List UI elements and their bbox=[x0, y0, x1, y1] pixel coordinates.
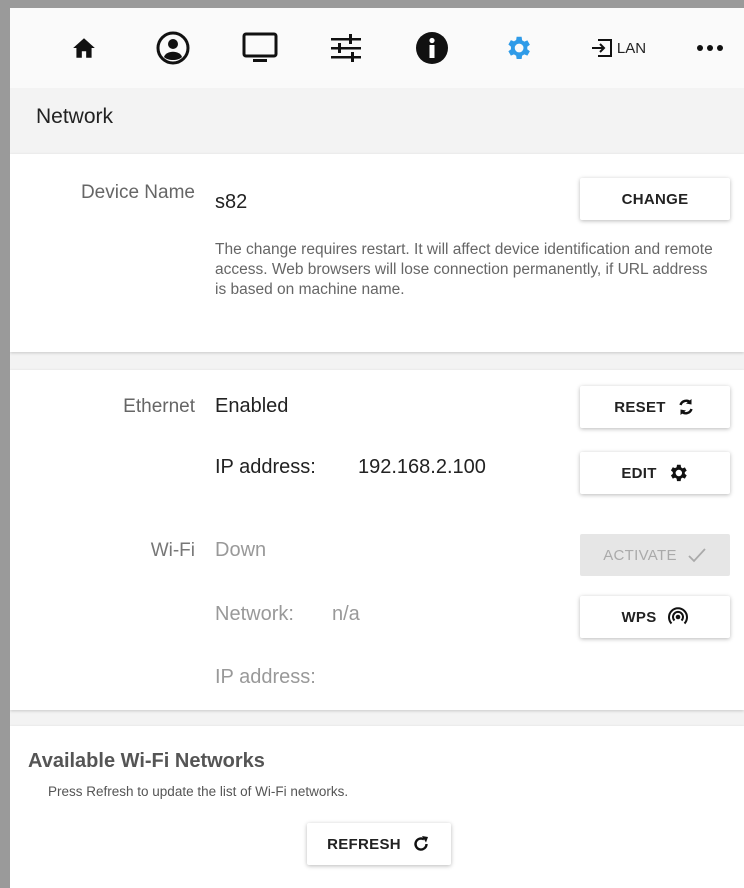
ethernet-label: Ethernet bbox=[123, 396, 195, 417]
device-name-description: The change requires restart. It will aff… bbox=[215, 241, 713, 298]
refresh-button-label: REFRESH bbox=[327, 835, 401, 853]
device-name-card: Device Name s82 CHANGE The change requir… bbox=[10, 154, 744, 352]
lan-label: LAN bbox=[616, 39, 647, 57]
refresh-icon bbox=[676, 397, 696, 417]
wps-button[interactable]: WPS bbox=[580, 596, 730, 638]
page-title: Network bbox=[36, 105, 114, 128]
wifi-network-value: n/a bbox=[332, 603, 360, 625]
refresh-button[interactable]: REFRESH bbox=[307, 823, 451, 865]
available-networks-subtitle: Press Refresh to update the list of Wi-F… bbox=[48, 784, 349, 799]
gear-icon[interactable] bbox=[500, 30, 536, 66]
gear-icon bbox=[667, 462, 689, 484]
top-nav: LAN bbox=[10, 8, 744, 88]
more-icon[interactable] bbox=[692, 30, 728, 66]
info-icon[interactable] bbox=[414, 30, 450, 66]
available-networks-title: Available Wi-Fi Networks bbox=[28, 750, 265, 772]
reset-button[interactable]: RESET bbox=[580, 386, 730, 428]
lan-input-button[interactable]: LAN bbox=[582, 30, 654, 66]
wifi-network-label: Network: bbox=[215, 603, 294, 625]
wps-icon bbox=[667, 606, 689, 628]
interfaces-card: Ethernet Enabled RESET IP address: 192.1… bbox=[10, 370, 744, 710]
change-button[interactable]: CHANGE bbox=[580, 178, 730, 220]
account-icon[interactable] bbox=[155, 30, 191, 66]
edit-button[interactable]: EDIT bbox=[580, 452, 730, 494]
ethernet-status: Enabled bbox=[215, 395, 289, 417]
wifi-label: Wi-Fi bbox=[150, 540, 195, 561]
activate-button[interactable]: ACTIVATE bbox=[580, 534, 730, 576]
ethernet-ip-label: IP address: bbox=[215, 456, 316, 478]
change-button-label: CHANGE bbox=[621, 190, 689, 208]
check-icon bbox=[687, 547, 707, 563]
edit-button-label: EDIT bbox=[621, 464, 657, 482]
ethernet-ip-value: 192.168.2.100 bbox=[358, 456, 486, 478]
reload-icon bbox=[411, 834, 431, 854]
input-icon bbox=[591, 39, 612, 57]
home-icon[interactable] bbox=[66, 30, 102, 66]
wps-button-label: WPS bbox=[621, 608, 657, 626]
wifi-status: Down bbox=[215, 539, 267, 561]
monitor-icon[interactable] bbox=[240, 30, 280, 66]
sliders-icon[interactable] bbox=[326, 30, 366, 66]
reset-button-label: RESET bbox=[614, 398, 666, 416]
activate-button-label: ACTIVATE bbox=[603, 546, 677, 564]
app-window: LAN Network Device Name s82 CHANGE The c… bbox=[10, 8, 744, 888]
device-name-label: Device Name bbox=[80, 182, 195, 203]
wifi-ip-label: IP address: bbox=[215, 666, 316, 688]
device-name-value: s82 bbox=[215, 191, 248, 213]
